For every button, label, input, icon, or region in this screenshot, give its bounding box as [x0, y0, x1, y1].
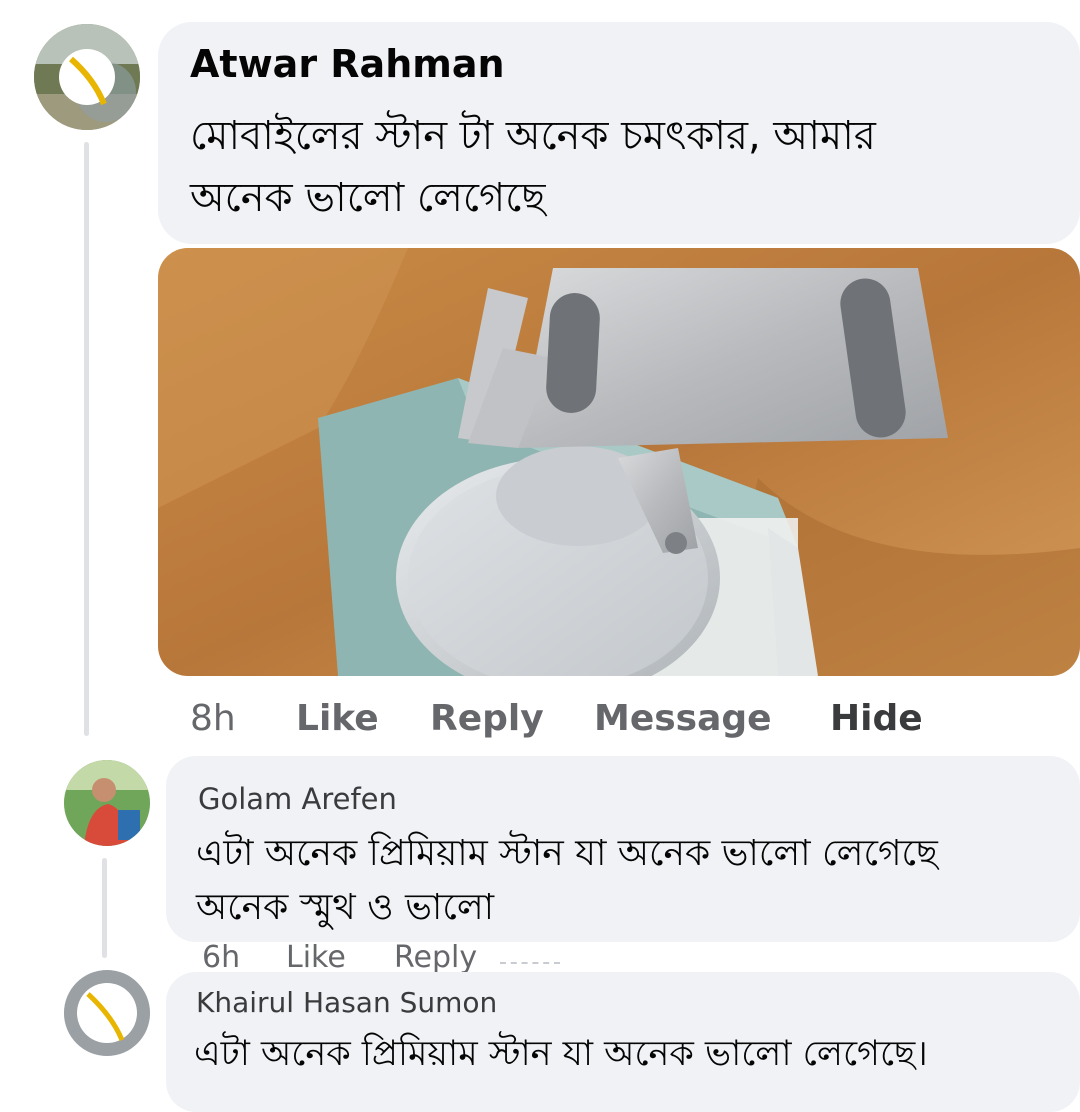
dotted-divider: [500, 962, 560, 964]
comment-text-line: অনেক স্মুথ ও ভালো: [196, 887, 495, 928]
comment-actions: 8h Like Reply Message Hide: [190, 698, 950, 740]
timestamp[interactable]: 8h: [190, 698, 236, 739]
attached-photo[interactable]: [158, 248, 1080, 676]
like-button[interactable]: Like: [296, 698, 379, 739]
avatar-photo: [34, 24, 140, 130]
thread-line: [84, 142, 89, 736]
comment-text-line: এটা অনেক প্রিমিয়াম স্টান যা অনেক ভালো ল…: [196, 833, 938, 874]
comment-author[interactable]: Atwar Rahman: [190, 42, 505, 86]
comment-text-line: এটা অনেক প্রিমিয়াম স্টান যা অনেক ভালো ল…: [194, 1034, 928, 1074]
comment-author[interactable]: Khairul Hasan Sumon: [196, 986, 497, 1019]
avatar[interactable]: [34, 24, 140, 130]
avatar-photo: [64, 970, 150, 1056]
avatar[interactable]: [64, 760, 150, 846]
reply-button[interactable]: Reply: [394, 940, 477, 975]
comment-text-line: মোবাইলের স্টান টা অনেক চমৎকার, আমার: [190, 113, 876, 159]
thread-line: [102, 858, 107, 958]
reply-button[interactable]: Reply: [430, 698, 544, 739]
avatar-photo: [64, 760, 150, 846]
comment-author[interactable]: Golam Arefen: [198, 782, 397, 816]
like-button[interactable]: Like: [286, 940, 346, 975]
message-button[interactable]: Message: [594, 698, 772, 739]
comment-text-line: অনেক ভালো লেগেছে: [190, 175, 546, 221]
comment-actions: 6h Like Reply: [202, 940, 542, 976]
avatar[interactable]: [64, 970, 150, 1056]
hide-button[interactable]: Hide: [830, 698, 923, 739]
phone-stand-image: [158, 248, 1080, 676]
timestamp[interactable]: 6h: [202, 940, 240, 975]
